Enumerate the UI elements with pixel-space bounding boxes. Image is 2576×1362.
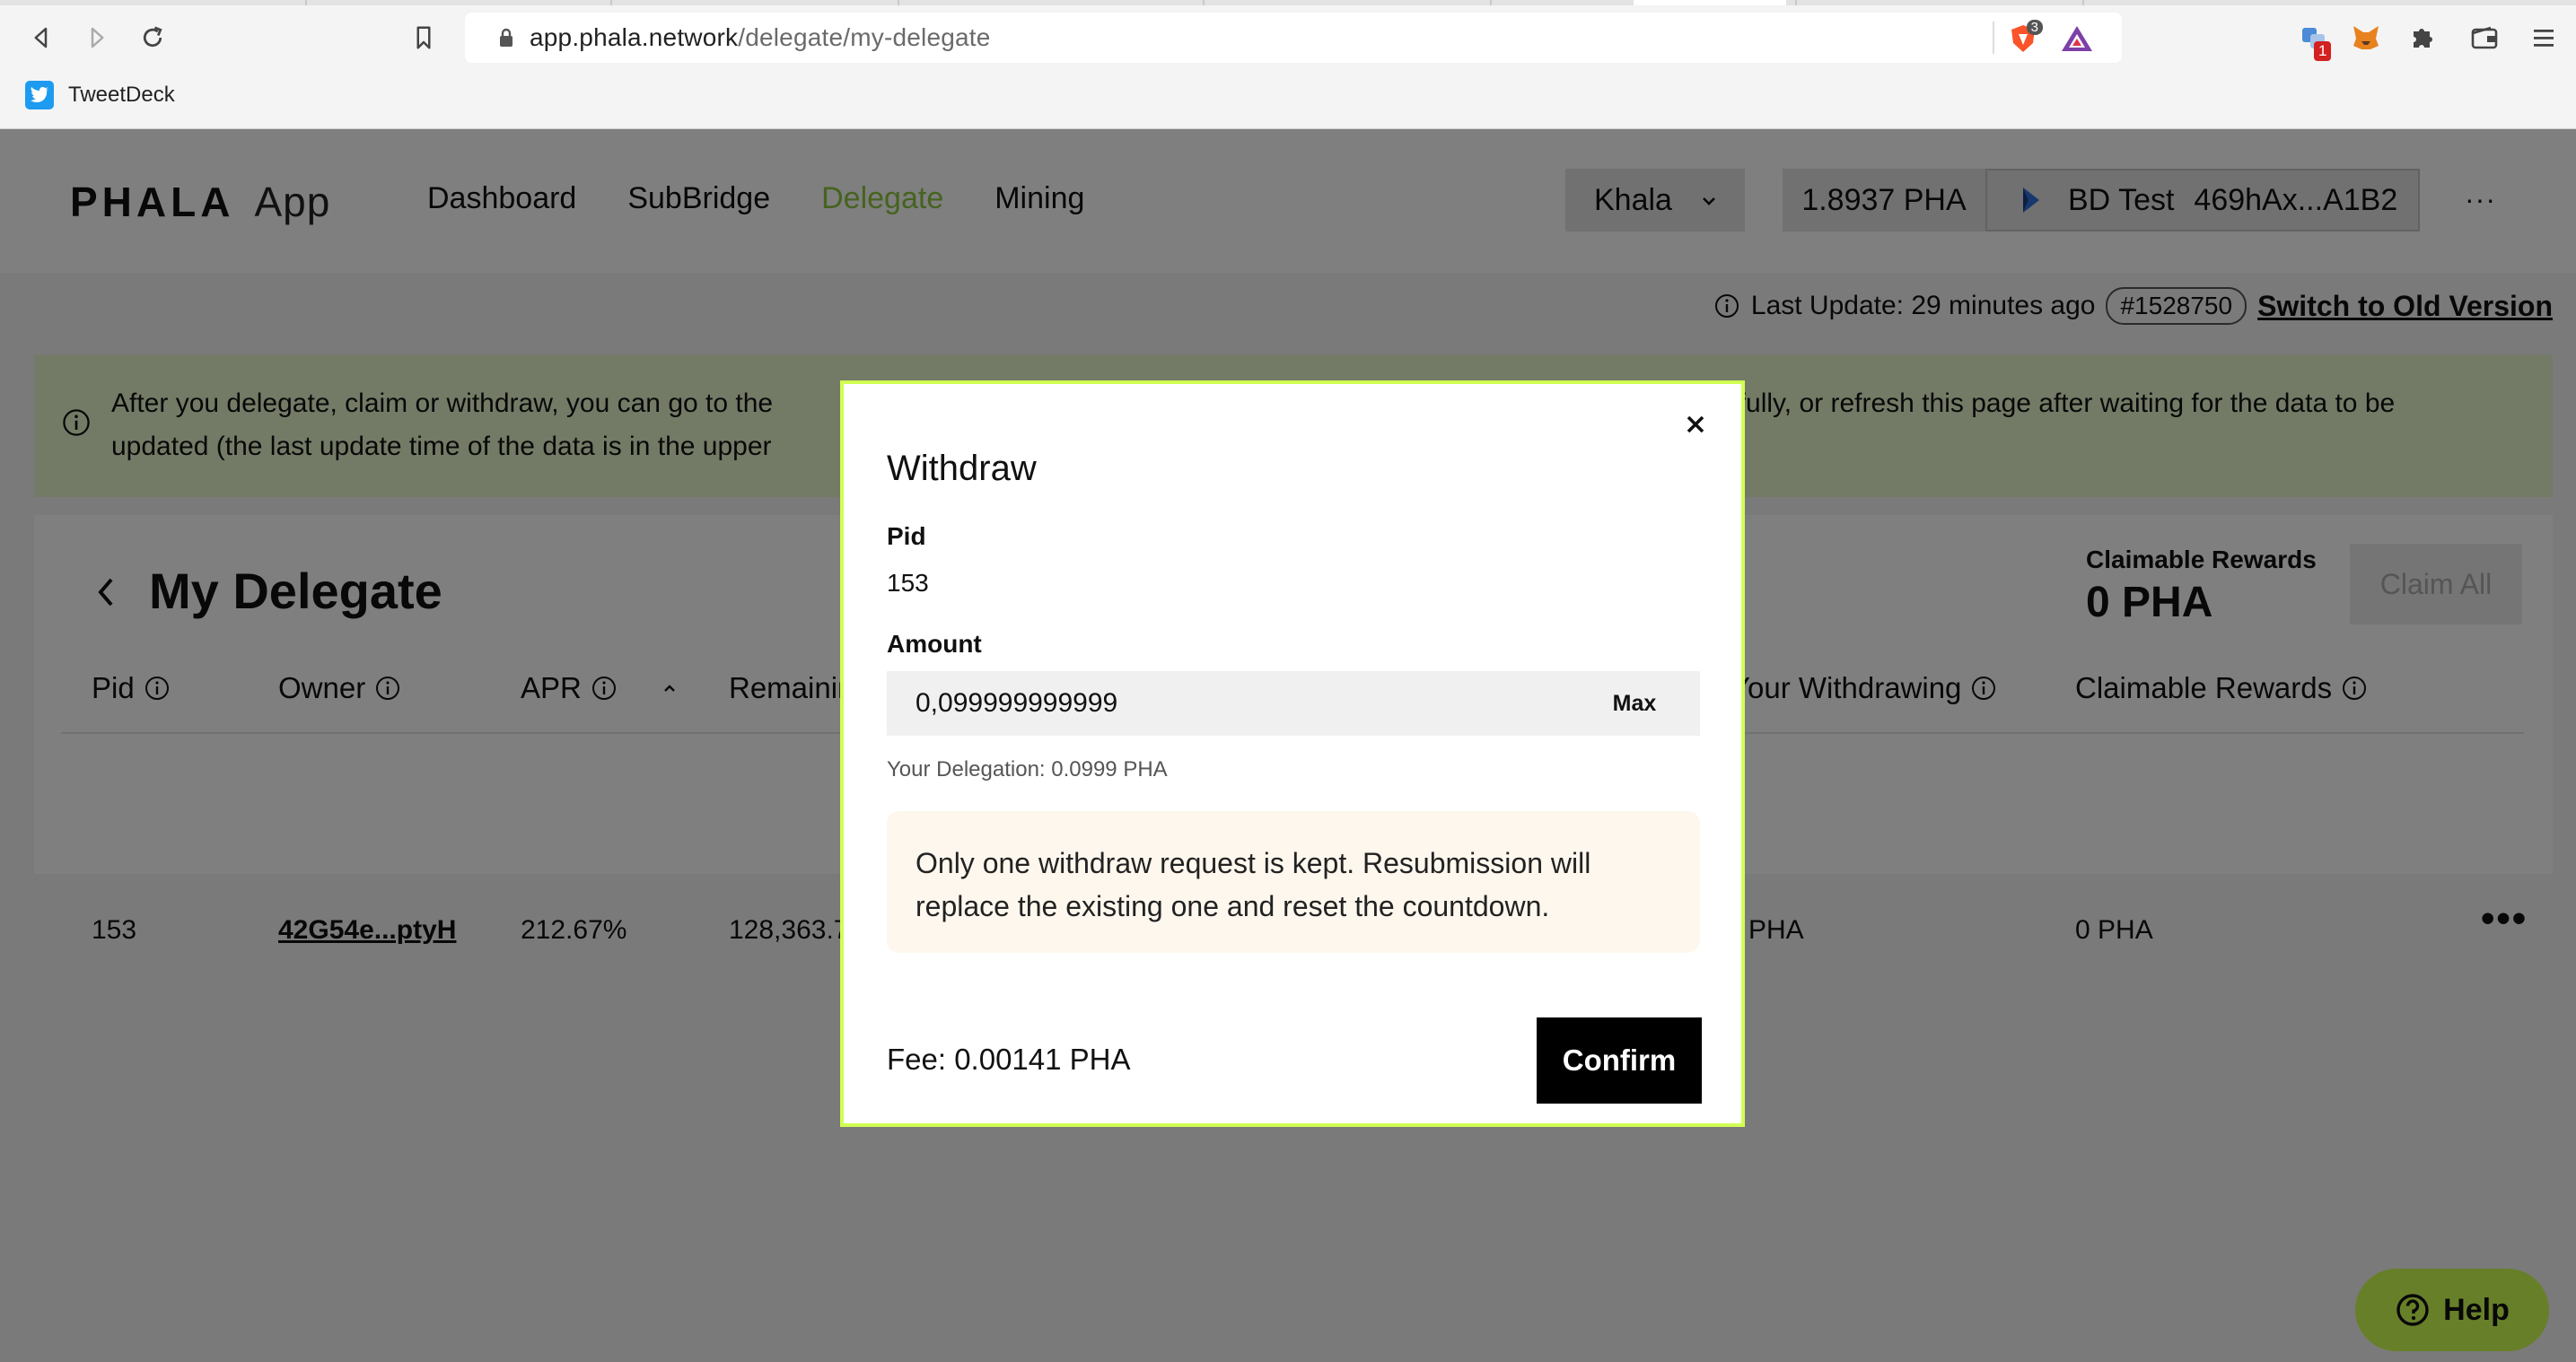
pid-label: Pid <box>887 522 926 550</box>
back-button[interactable] <box>23 20 59 56</box>
amount-input[interactable] <box>887 671 1569 736</box>
reload-button[interactable] <box>135 20 171 56</box>
browser-chrome: app.phala.network/delegate/my-delegate 3… <box>0 0 2576 129</box>
fee-text: Fee: 0.00141 PHA <box>887 1043 1131 1076</box>
url-separator <box>1993 22 1994 54</box>
bookmark-icon <box>416 26 431 49</box>
lock-icon[interactable] <box>488 13 524 63</box>
close-icon <box>1687 415 1704 433</box>
tab-divider <box>1203 0 1205 5</box>
brave-rewards-icon[interactable] <box>2059 23 2095 54</box>
active-tab[interactable] <box>1634 0 1786 5</box>
tab-strip <box>0 0 2576 5</box>
extensions-puzzle-icon[interactable] <box>2405 20 2441 56</box>
extension-badge: 1 <box>2314 41 2332 61</box>
close-button[interactable] <box>1682 411 1709 438</box>
withdraw-warning: Only one withdraw request is kept. Resub… <box>887 811 1700 953</box>
browser-menu-icon[interactable] <box>2526 20 2562 56</box>
delegation-note: Your Delegation: 0.0999 PHA <box>887 757 1168 781</box>
tab-divider <box>610 0 612 5</box>
wallet-icon[interactable] <box>2466 20 2502 56</box>
amount-label: Amount <box>887 630 982 658</box>
bookmark-label: TweetDeck <box>68 83 175 107</box>
tab-divider <box>2082 0 2084 5</box>
url-text[interactable]: app.phala.network/delegate/my-delegate <box>530 23 991 52</box>
tab-divider <box>1795 0 1797 5</box>
withdraw-modal: Withdraw Pid 153 Amount Max Your Delegat… <box>840 380 1745 1127</box>
url-path: /delegate/my-delegate <box>738 23 991 51</box>
twitter-icon <box>25 81 54 109</box>
max-button[interactable]: Max <box>1569 671 1700 736</box>
forward-button[interactable] <box>79 20 115 56</box>
metamask-fox-icon[interactable] <box>2348 20 2384 56</box>
reload-icon <box>143 26 162 48</box>
back-arrow-icon <box>34 27 48 48</box>
tab-divider <box>898 0 899 5</box>
forward-arrow-icon <box>91 27 104 48</box>
modal-title: Withdraw <box>887 449 1037 488</box>
bookmark-page-button[interactable] <box>406 20 442 56</box>
tab-divider <box>1490 0 1492 5</box>
amount-field: Max <box>887 671 1700 736</box>
tab-divider <box>305 0 307 5</box>
url-host: app.phala.network <box>530 23 739 51</box>
confirm-button[interactable]: Confirm <box>1537 1017 1702 1104</box>
address-bar[interactable]: app.phala.network/delegate/my-delegate 3 <box>465 13 2122 63</box>
pid-value: 153 <box>887 569 929 597</box>
brave-shield-count: 3 <box>2026 20 2043 35</box>
bookmark-item-tweetdeck[interactable]: TweetDeck <box>0 75 175 115</box>
